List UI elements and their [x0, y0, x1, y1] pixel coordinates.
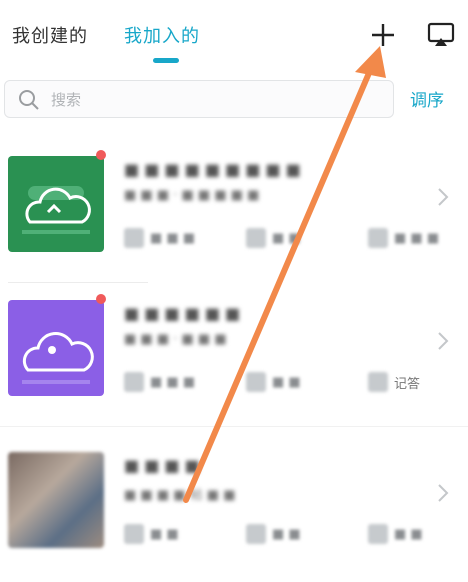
- group-subtitle: ■ ■ ■ · ■ ■ ■ ■ ■: [124, 188, 260, 203]
- group-stat: ■ ■ ■: [368, 228, 439, 248]
- stat-icon: [124, 372, 144, 392]
- group-name: ■ ■ ■ ■: [124, 456, 200, 475]
- chevron-right-icon: [438, 484, 449, 502]
- cloud-icon: [22, 186, 91, 234]
- stat-icon: [124, 524, 144, 544]
- chevron-right-icon: [438, 188, 449, 206]
- search-icon: [19, 90, 39, 110]
- group-subtitle: ■ ■ ■ ■ 帖 ■ ■: [124, 488, 236, 503]
- group-subtitle: ■ ■ ■ · ■ ■ ■: [124, 332, 227, 347]
- add-button[interactable]: [366, 18, 400, 52]
- group-stat: ■ ■: [368, 524, 423, 544]
- plus-icon: [372, 24, 394, 46]
- active-tab-indicator: [153, 58, 179, 63]
- stat-icon: [368, 228, 388, 248]
- group-card[interactable]: ■ ■ ■ ■ ■ ■ ■ ■ ■ · ■ ■ ■ ■ ■ ■ ■ ■ 记答: [0, 290, 468, 430]
- screen-cast-icon: [427, 22, 455, 46]
- stat-icon: [246, 372, 266, 392]
- tab-joined[interactable]: 我加入的: [124, 22, 200, 48]
- stat-icon: [368, 524, 388, 544]
- group-card[interactable]: ■ ■ ■ ■ ■ ■ ■ ■ 帖 ■ ■ ■ ■ ■ ■ ■ ■: [0, 442, 468, 582]
- group-name: ■ ■ ■ ■ ■ ■: [124, 304, 241, 323]
- group-cover: [8, 156, 104, 252]
- tab-bar: 我创建的 我加入的: [0, 0, 468, 70]
- group-stat: ■ ■: [124, 524, 179, 544]
- cloud-icon: [22, 332, 94, 384]
- search-input[interactable]: 搜索: [4, 80, 394, 118]
- stat-icon: [246, 228, 266, 248]
- stat-icon: [368, 372, 388, 392]
- unread-dot: [96, 150, 106, 160]
- group-stat: ■ ■: [246, 524, 301, 544]
- group-name: ■ ■ ■ ■ ■ ■ ■ ■ ■: [124, 160, 301, 179]
- group-stat: ■ ■ ■: [124, 372, 195, 392]
- chevron-right-icon: [438, 332, 449, 350]
- divider: [8, 282, 148, 283]
- reorder-button[interactable]: 调序: [410, 86, 444, 111]
- search-placeholder: 搜索: [51, 91, 82, 109]
- group-stat: 记答: [368, 372, 420, 392]
- group-cover: [8, 452, 104, 548]
- group-stat: ■ ■ ■: [124, 228, 195, 248]
- group-stat: ■ ■: [246, 228, 301, 248]
- tab-created[interactable]: 我创建的: [12, 22, 88, 48]
- screen-cast-button[interactable]: [424, 18, 458, 52]
- stat-icon: [246, 524, 266, 544]
- group-stat: ■ ■: [246, 372, 301, 392]
- divider: [0, 426, 468, 427]
- unread-dot: [96, 294, 106, 304]
- stat-icon: [124, 228, 144, 248]
- group-cover: [8, 300, 104, 396]
- group-card[interactable]: ■ ■ ■ ■ ■ ■ ■ ■ ■ ■ ■ ■ · ■ ■ ■ ■ ■ ■ ■ …: [0, 146, 468, 286]
